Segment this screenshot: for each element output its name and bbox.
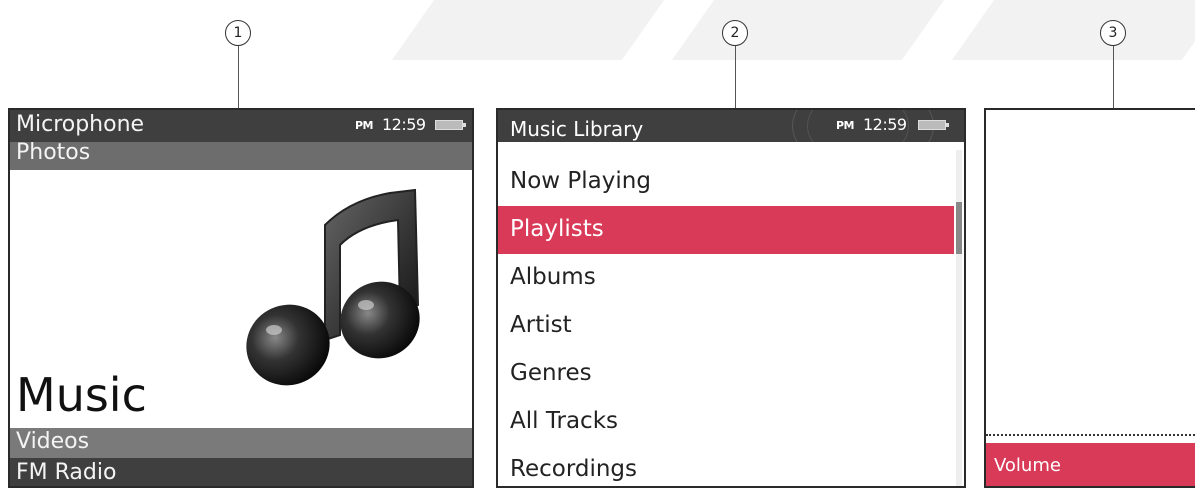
volume-bar[interactable]: Volume xyxy=(986,443,1195,486)
music-note-icon xyxy=(246,188,420,386)
page-title: Music Library xyxy=(510,117,644,141)
clock: 12:59 xyxy=(863,115,907,134)
list-item-artist[interactable]: Artist xyxy=(498,302,954,350)
list-item-recordings[interactable]: Recordings xyxy=(498,446,954,486)
menu-item-fm-radio-row[interactable]: FM Radio xyxy=(10,458,472,486)
status-bar: Microphone PM 12:59 xyxy=(10,110,472,142)
battery-icon xyxy=(435,120,466,130)
menu-item-photos[interactable]: Photos xyxy=(16,140,90,165)
list-item-albums[interactable]: Albums xyxy=(498,254,954,302)
divider xyxy=(986,434,1195,436)
list-item-playlists[interactable]: Playlists xyxy=(498,206,954,254)
screen-main-menu: Microphone PM 12:59 Photos Music Videos … xyxy=(8,108,474,488)
list-item-genres[interactable]: Genres xyxy=(498,350,954,398)
battery-icon xyxy=(918,120,949,130)
ampm-indicator: PM xyxy=(836,119,855,132)
menu-item-videos-row[interactable]: Videos xyxy=(10,428,472,458)
background-band xyxy=(0,0,1195,60)
menu-item-microphone[interactable]: Microphone xyxy=(16,112,144,137)
screen-music-library: Music Library PM 12:59 Now Playing Playl… xyxy=(496,108,966,488)
menu-item-photos-row[interactable]: Photos xyxy=(10,140,472,170)
clock: 12:59 xyxy=(382,115,426,134)
volume-label: Volume xyxy=(994,455,1061,476)
menu-item-fm-radio[interactable]: FM Radio xyxy=(16,460,116,485)
status-bar: Music Library PM 12:59 xyxy=(498,110,964,172)
screen-volume: Volume xyxy=(984,108,1195,488)
scrollbar-thumb[interactable] xyxy=(956,202,962,254)
callout-2: 2 xyxy=(722,20,748,46)
menu-item-videos[interactable]: Videos xyxy=(16,429,89,454)
list-item-all-tracks[interactable]: All Tracks xyxy=(498,398,954,446)
scrollbar-track[interactable] xyxy=(956,150,962,486)
callout-3: 3 xyxy=(1100,20,1126,46)
callout-1: 1 xyxy=(225,20,251,46)
list-item-now-playing[interactable]: Now Playing xyxy=(498,158,954,206)
menu-item-music[interactable]: Music xyxy=(16,368,147,422)
ampm-indicator: PM xyxy=(355,119,374,132)
